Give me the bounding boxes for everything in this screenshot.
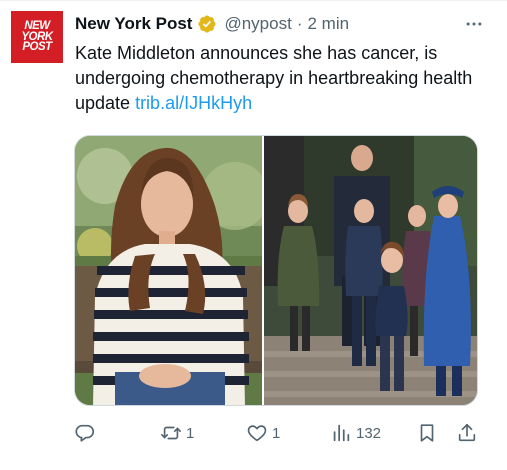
retweet-button[interactable]: 1 (160, 419, 194, 447)
more-icon (466, 22, 482, 26)
views-button[interactable]: 132 (330, 419, 381, 447)
photo-kate-interview-image (75, 136, 263, 405)
photo-royal-family[interactable] (264, 136, 477, 405)
reply-icon (75, 424, 95, 442)
heart-icon (247, 425, 267, 442)
reply-button[interactable] (74, 419, 100, 447)
avatar-line-3: POST (22, 41, 52, 54)
action-bar: 1 1 132 (74, 419, 484, 447)
tweet-text: Kate Middleton announces she has cancer,… (75, 41, 485, 116)
tweet-header: New York Post @nypost · 2 min (75, 13, 495, 35)
bookmark-button[interactable] (416, 419, 438, 447)
like-button[interactable]: 1 (246, 419, 280, 447)
photo-kate-interview[interactable] (75, 136, 263, 405)
separator-dot: · (296, 14, 303, 33)
views-icon (333, 424, 350, 442)
share-icon (458, 423, 476, 442)
timestamp[interactable]: 2 min (308, 14, 350, 34)
verified-badge-icon[interactable] (197, 14, 217, 34)
views-count: 132 (356, 424, 382, 442)
bookmark-icon (420, 424, 434, 442)
retweet-count: 1 (186, 424, 195, 442)
tweet-card[interactable]: NEW YORK POST New York Post @nypost · 2 … (0, 0, 507, 470)
tweet-media[interactable] (74, 135, 478, 406)
more-button[interactable] (461, 11, 487, 37)
account-name[interactable]: New York Post (75, 14, 192, 34)
avatar[interactable]: NEW YORK POST (11, 11, 63, 63)
share-button[interactable] (456, 419, 478, 447)
account-handle[interactable]: @nypost (224, 14, 291, 34)
photo-royal-family-image (264, 136, 477, 405)
retweet-icon (161, 426, 181, 440)
tweet-link[interactable]: trib.al/IJHkHyh (135, 93, 252, 113)
like-count: 1 (272, 424, 281, 442)
